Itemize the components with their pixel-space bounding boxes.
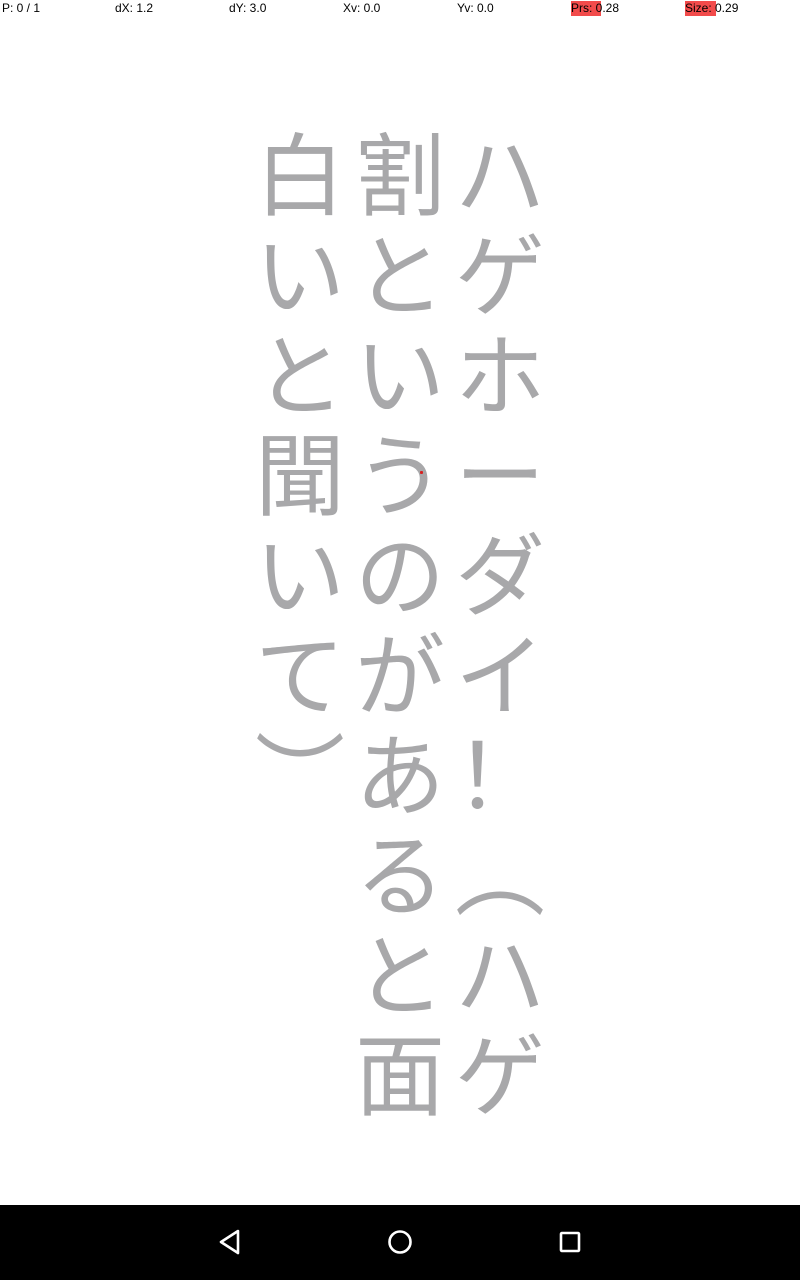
back-triangle-icon <box>219 1229 240 1255</box>
handwritten-glyph: ︵ <box>455 825 545 930</box>
pointer-location-bar: P: 0 / 1 dX: 1.2 dY: 3.0 Xv: 0.0 Yv: 0.0… <box>0 0 800 17</box>
handwritten-glyph: い <box>255 525 345 630</box>
handwritten-glyph: と <box>255 325 345 430</box>
handwritten-glyph: う <box>355 425 445 530</box>
delta-y: dY: 3.0 <box>229 0 266 17</box>
handwritten-glyph: の <box>355 525 445 630</box>
handwritten-glyph: ハ <box>455 925 545 1030</box>
handwritten-glyph: ︶ <box>255 725 345 830</box>
touch-point-marker <box>420 471 423 474</box>
y-velocity-text: Yv: 0.0 <box>457 1 494 15</box>
handwritten-glyph: ！ <box>455 725 545 830</box>
delta-x: dX: 1.2 <box>115 0 153 17</box>
handwritten-glyph: る <box>355 825 445 930</box>
handwritten-glyph: ゲ <box>455 1025 545 1130</box>
text-column-3: 白いと聞いて ︶ <box>250 128 350 828</box>
handwritten-glyph: 聞 <box>255 425 345 530</box>
pointer-count: P: 0 / 1 <box>2 0 40 17</box>
text-column-2: 割というのがあると面 <box>350 128 450 1128</box>
recents-button[interactable] <box>550 1222 590 1262</box>
handwritten-glyph: と <box>355 925 445 1030</box>
handwritten-glyph: 白 <box>255 125 345 230</box>
navigation-bar <box>0 1205 800 1280</box>
delta-x-text: dX: 1.2 <box>115 1 154 15</box>
handwritten-glyph: ハ <box>455 125 545 230</box>
touch-size: Size: 0.29 <box>685 0 738 17</box>
handwritten-glyph: い <box>355 325 445 430</box>
touch-size-text: Size: 0.29 <box>685 1 739 15</box>
x-velocity-text: Xv: 0.0 <box>343 1 381 15</box>
handwritten-glyph: あ <box>355 725 445 830</box>
handwritten-glyph: と <box>355 225 445 330</box>
handwritten-glyph: 面 <box>355 1025 445 1130</box>
back-button[interactable] <box>210 1222 250 1262</box>
handwritten-glyph: ダ <box>455 525 545 630</box>
handwritten-glyph: い <box>255 225 345 330</box>
handwritten-glyph: が <box>355 625 445 730</box>
pressure: Prs: 0.28 <box>571 0 619 17</box>
delta-y-text: dY: 3.0 <box>229 1 267 15</box>
text-column-1: ハゲホーダイ！ ︵ ハゲ <box>450 128 550 1128</box>
pointer-count-text: P: 0 / 1 <box>2 1 41 15</box>
y-velocity: Yv: 0.0 <box>457 0 494 17</box>
home-button[interactable] <box>380 1222 420 1262</box>
drawing-canvas[interactable]: ハゲホーダイ！ ︵ ハゲ 割というのがあると面 白いと聞いて ︶ <box>0 17 800 1205</box>
home-circle-icon <box>388 1230 412 1254</box>
recents-square-icon <box>559 1231 581 1253</box>
handwritten-glyph: イ <box>455 625 545 730</box>
handwritten-glyph: ー <box>455 425 545 530</box>
handwritten-glyph: ホ <box>455 325 545 430</box>
x-velocity: Xv: 0.0 <box>343 0 380 17</box>
handwritten-glyph: 割 <box>355 125 445 230</box>
handwritten-glyph: て <box>255 625 345 730</box>
pressure-text: Prs: 0.28 <box>571 1 620 15</box>
handwritten-glyph: ゲ <box>455 225 545 330</box>
